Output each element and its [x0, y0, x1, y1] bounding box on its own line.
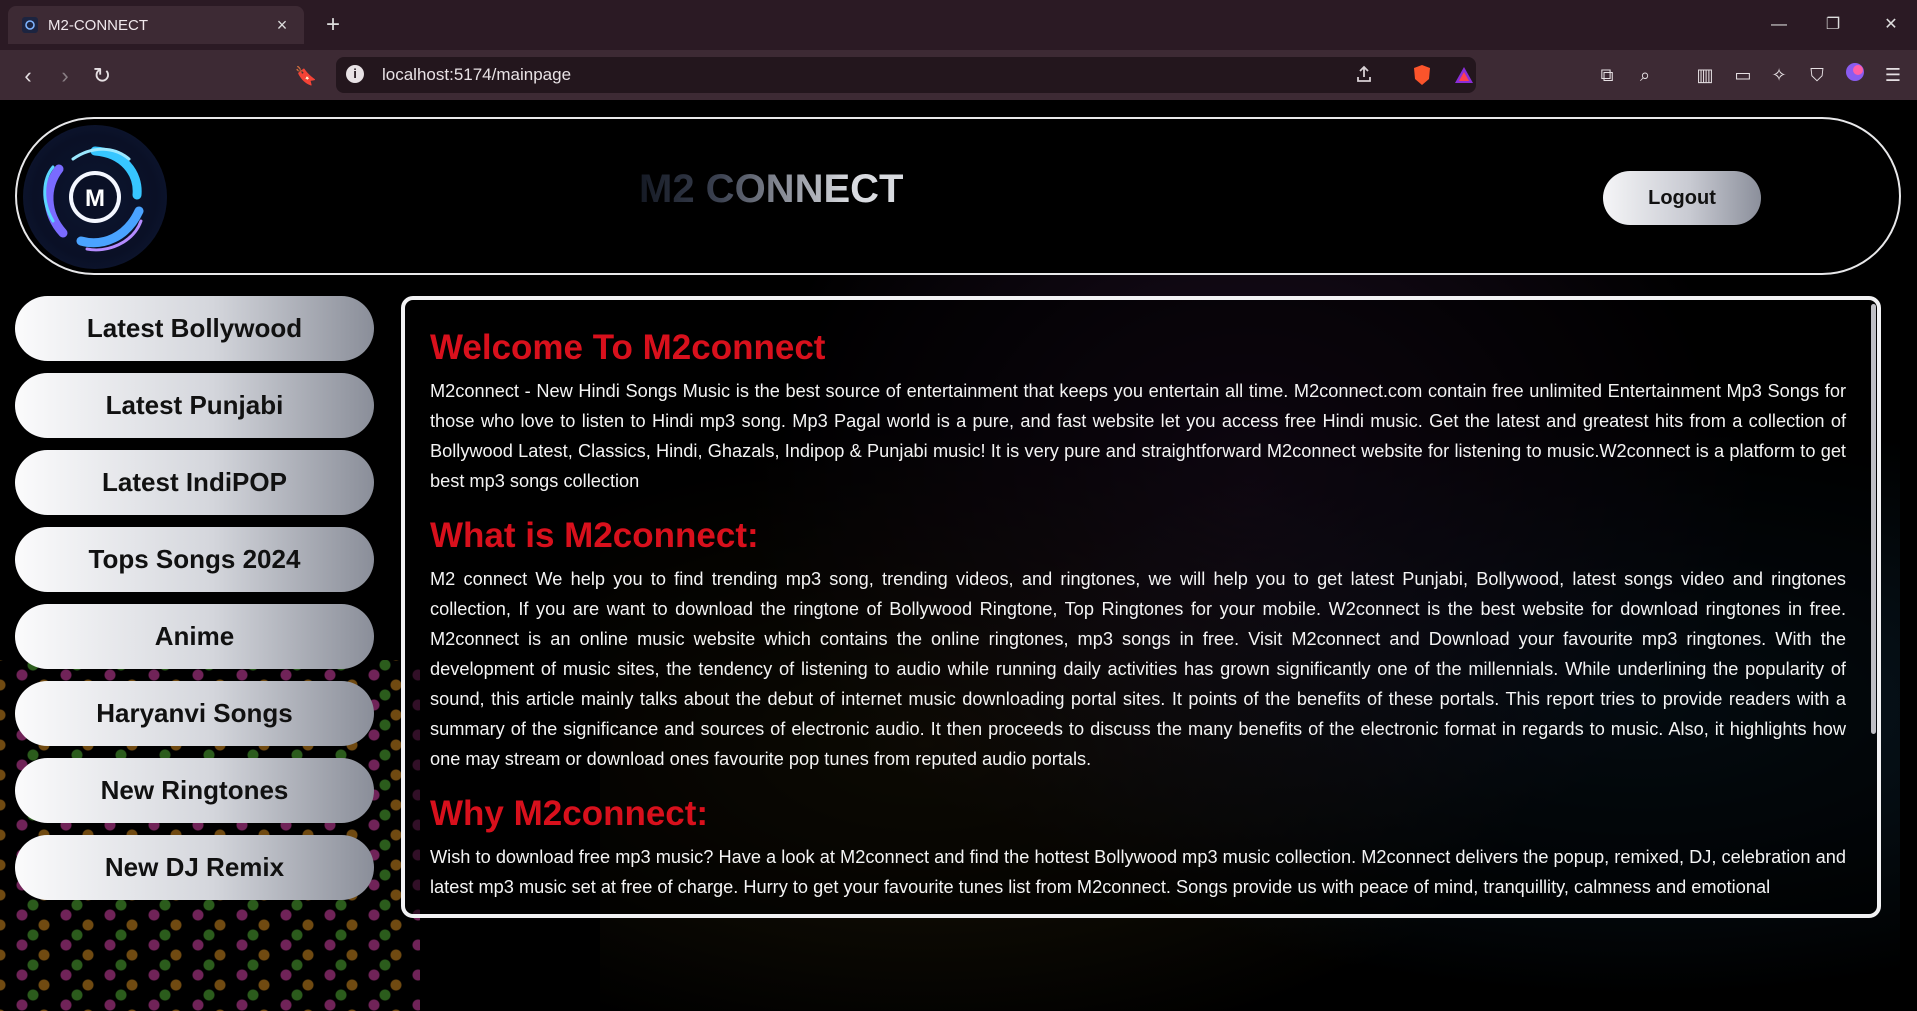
- bookmark-icon[interactable]: 🔖: [292, 62, 320, 90]
- site-title: M2 CONNECT: [639, 167, 904, 211]
- sidebar-item-latest-punjabi[interactable]: Latest Punjabi: [15, 373, 374, 438]
- menu-icon[interactable]: ☰: [1880, 62, 1906, 88]
- new-tab-icon[interactable]: +: [320, 12, 346, 38]
- sidebar-item-latest-indipop[interactable]: Latest IndiPOP: [15, 450, 374, 515]
- sidebar-item-new-ringtones[interactable]: New Ringtones: [15, 758, 374, 823]
- forward-icon[interactable]: ›: [51, 62, 79, 90]
- sidebar-item-top-songs-2024[interactable]: Tops Songs 2024: [15, 527, 374, 592]
- logout-button[interactable]: Logout: [1603, 171, 1761, 225]
- back-icon[interactable]: ‹: [14, 62, 42, 90]
- close-window-icon[interactable]: ✕: [1878, 12, 1904, 38]
- address-bar[interactable]: i localhost:5174/mainpage: [336, 57, 1476, 93]
- category-sidebar: Latest Bollywood Latest Punjabi Latest I…: [15, 296, 374, 912]
- site-header: M M2 CONNECT Logout: [15, 117, 1901, 275]
- brave-rewards-icon[interactable]: [1452, 63, 1476, 87]
- section-heading-why: Why M2connect:: [430, 794, 709, 833]
- extensions-icon[interactable]: ⧉: [1594, 62, 1620, 88]
- sidebar-item-new-dj-remix[interactable]: New DJ Remix: [15, 835, 374, 900]
- logo-letter: M: [85, 185, 105, 212]
- profile-icon[interactable]: [1842, 62, 1868, 88]
- minimize-icon[interactable]: —: [1766, 12, 1792, 38]
- share-icon[interactable]: [1352, 63, 1376, 87]
- sidebar-item-haryanvi-songs[interactable]: Haryanvi Songs: [15, 681, 374, 746]
- browser-tabbar: M2-CONNECT × + — ❐ ✕: [0, 0, 1917, 50]
- content-panel[interactable]: Welcome To M2connect M2connect - New Hin…: [401, 296, 1881, 918]
- page: M M2 CONNECT Logout Latest Bollywood Lat…: [0, 100, 1917, 1011]
- app-favicon-icon: [22, 17, 38, 33]
- site-logo[interactable]: M: [23, 125, 167, 269]
- section-heading-welcome: Welcome To M2connect: [430, 328, 826, 367]
- section-body-what-is: M2 connect We help you to find trending …: [430, 569, 1846, 769]
- section-body-welcome: M2connect - New Hindi Songs Music is the…: [430, 381, 1846, 491]
- browser-tab[interactable]: M2-CONNECT ×: [8, 6, 304, 44]
- logo-swirl-icon: M: [43, 146, 144, 252]
- site-info-icon[interactable]: i: [346, 65, 364, 83]
- reload-icon[interactable]: ↻: [88, 62, 116, 90]
- vpn-icon[interactable]: ⛉: [1804, 62, 1830, 88]
- tab-title: M2-CONNECT: [48, 16, 148, 34]
- sidebar-item-latest-bollywood[interactable]: Latest Bollywood: [15, 296, 374, 361]
- sidebar-toggle-icon[interactable]: ▥: [1692, 62, 1718, 88]
- wallet-icon[interactable]: ▭: [1730, 62, 1756, 88]
- leo-ai-icon[interactable]: ✧: [1766, 62, 1792, 88]
- close-tab-icon[interactable]: ×: [272, 15, 292, 35]
- content-scrollbar[interactable]: [1869, 300, 1877, 914]
- brave-shield-icon[interactable]: [1410, 63, 1434, 87]
- section-heading-what-is: What is M2connect:: [430, 516, 759, 555]
- url-text[interactable]: localhost:5174/mainpage: [382, 65, 571, 85]
- sidebar-item-anime[interactable]: Anime: [15, 604, 374, 669]
- restore-icon[interactable]: ❐: [1820, 12, 1846, 38]
- scrollbar-thumb[interactable]: [1871, 304, 1876, 734]
- reader-mode-icon[interactable]: ⌕: [1632, 62, 1658, 88]
- section-body-why: Wish to download free mp3 music? Have a …: [430, 847, 1846, 897]
- content-inner: Welcome To M2connect M2connect - New Hin…: [430, 328, 1846, 914]
- browser-toolbar: ‹ › ↻ 🔖 i localhost:5174/mainpage ⧉ ⌕ ▥ …: [0, 50, 1917, 100]
